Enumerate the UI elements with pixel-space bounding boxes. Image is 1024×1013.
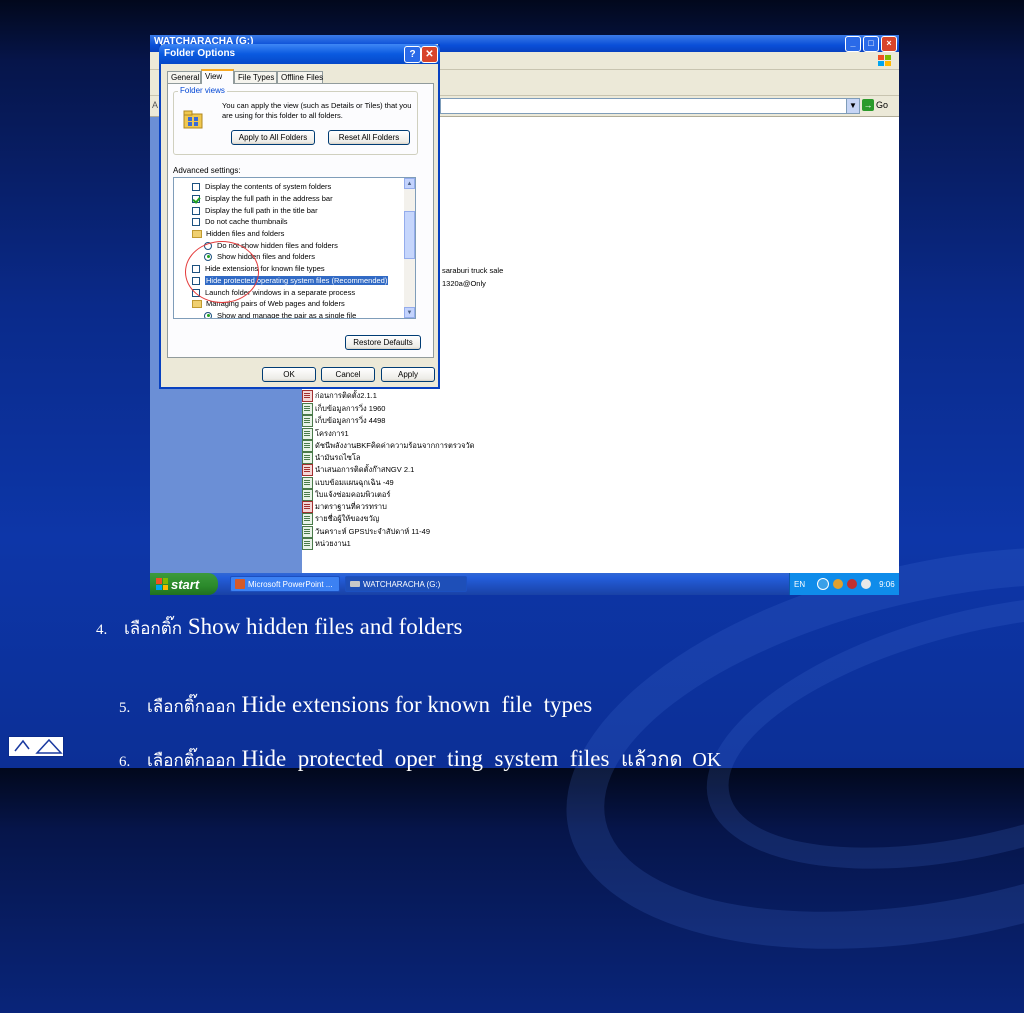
list-item[interactable]: แบบข้อมแผนฉุกเฉิน -49 [302,477,394,489]
windows-logo-icon [878,55,891,66]
powerpoint-icon [235,579,245,589]
vertical-scrollbar[interactable]: ▲ ▼ [404,178,415,318]
folder-icon [192,299,202,308]
file-icon [302,452,313,464]
file-icon [302,501,313,513]
step-5: 5. เลือกติ๊กออก Hide extensions for known… [119,692,593,717]
tab-file-types[interactable]: File Types [234,71,277,83]
system-tray: EN 9:06 [789,573,899,595]
apply-to-all-folders-button[interactable]: Apply to All Folders [231,130,315,145]
go-label: Go [876,100,889,110]
list-item[interactable]: ดัชนีพลังงานBKFคิดค่าความร้อนจากการตรวจว… [302,440,475,452]
folder-options-dialog: Folder Options ? ✕ General View File Typ… [159,44,440,389]
annotation-circle [185,241,259,303]
folder-views-icon [183,110,203,129]
tab-general[interactable]: General [167,71,201,83]
list-item[interactable]: นำมันรถไซโล [302,452,360,464]
radio-button[interactable] [204,311,212,318]
list-item[interactable]: นำเสนอการติดตั้งก๊าสNGV 2.1 [302,464,414,476]
address-dropdown-button[interactable]: ▼ [846,98,860,114]
file-icon [302,477,313,489]
file-icon [302,403,313,415]
setting-full-path-address-bar[interactable]: Display the full path in the address bar [192,193,333,204]
setting-full-path-title-bar[interactable]: Display the full path in the title bar [192,205,318,216]
file-icon [302,513,313,525]
list-item[interactable]: เก็บข้อมูลการวิ่ง 4498 [302,415,385,427]
clock: 9:06 [879,579,895,589]
list-item[interactable]: วันคราะห์ GPSประจำสัปดาห์ 11-49 [302,526,430,538]
maximize-button[interactable]: □ [863,36,879,52]
folder-views-description: You can apply the view (such as Details … [222,101,412,120]
taskbar: start Microsoft PowerPoint ... WATCHARAC… [150,573,899,595]
file-icon [302,428,313,440]
scroll-up-button[interactable]: ▲ [404,178,415,189]
tab-view[interactable]: View [201,69,234,84]
file-icon [302,415,313,427]
folder-icon [192,229,202,238]
list-item[interactable]: ก่อนการติดตั้ง2.1.1 [302,390,377,402]
setting-display-system-folders[interactable]: Display the contents of system folders [192,181,331,192]
list-item[interactable]: 1320a@Only [442,279,486,291]
antivirus-icon[interactable] [847,579,858,589]
checkbox[interactable] [192,182,200,191]
language-indicator[interactable]: EN [794,580,805,589]
ok-button[interactable]: OK [262,367,316,382]
address-input[interactable] [440,98,848,114]
file-icon [302,464,313,476]
file-icon [302,538,313,550]
apply-button[interactable]: Apply [381,367,435,382]
step-4: 4. เลือกติ๊ก Show hidden files and folder… [96,614,463,639]
taskbar-item-label: WATCHARACHA (G:) [363,579,441,589]
list-item[interactable]: รายชื่อผู้ให้ของขวัญ [302,513,379,525]
step-6: 6. เลือกติ๊กออก Hide protected oper ting … [119,746,722,771]
list-item[interactable]: saraburi truck sale [442,266,503,278]
windows-flag-icon [156,578,168,590]
go-arrow-icon: → [862,99,874,111]
volume-icon[interactable] [833,579,844,589]
taskbar-item-label: Microsoft PowerPoint ... [248,579,333,589]
start-label: start [171,576,200,592]
restore-defaults-button[interactable]: Restore Defaults [345,335,421,350]
list-item[interactable]: ใบแจ้งซ่อมคอมพิวเตอร์ [302,489,390,501]
setting-group-hidden-files: Hidden files and folders [192,228,284,239]
advanced-settings-label: Advanced settings: [173,166,241,175]
dialog-title: Folder Options [164,48,236,59]
list-item[interactable]: มาตราฐานที่ควรทราบ [302,501,387,513]
reset-all-folders-button[interactable]: Reset All Folders [328,130,410,145]
checkbox[interactable] [192,206,200,215]
help-button[interactable]: ? [404,46,421,63]
taskbar-item-powerpoint[interactable]: Microsoft PowerPoint ... [230,576,340,592]
screenshot-area: WATCHARACHA (G:) _ □ × A ▼ → Go saraburi… [150,35,899,595]
file-icon [302,526,313,538]
setting-do-not-cache-thumbnails[interactable]: Do not cache thumbnails [192,216,288,227]
checkbox[interactable] [192,217,200,226]
window-controls: _ □ × [845,36,897,52]
folder-views-label: Folder views [178,86,227,95]
list-item[interactable]: เก็บข้อมูลการวิ่ง 1960 [302,403,385,415]
slide-nav-button[interactable] [8,736,64,757]
scroll-down-button[interactable]: ▼ [404,307,415,318]
setting-single-file[interactable]: Show and manage the pair as a single fil… [204,310,356,318]
network-icon[interactable] [817,578,830,590]
dialog-title-bar: Folder Options ? ✕ [159,44,440,64]
cancel-button[interactable]: Cancel [321,367,375,382]
list-item[interactable]: โครงการ1 [302,428,349,440]
address-label: A [152,100,159,110]
scroll-thumb[interactable] [404,211,415,259]
list-item[interactable]: หน่วยงาน1 [302,538,351,550]
close-button[interactable]: × [881,36,897,52]
taskbar-item-explorer[interactable]: WATCHARACHA (G:) [345,576,467,592]
file-icon [302,390,313,402]
file-icon [302,489,313,501]
dialog-close-button[interactable]: ✕ [421,46,438,63]
drive-icon [350,581,360,587]
tray-app-icon[interactable] [861,579,872,589]
file-icon [302,440,313,452]
tab-offline-files[interactable]: Offline Files [277,71,323,83]
slide-nav-icon [14,738,63,754]
start-button[interactable]: start [150,573,218,595]
checkbox[interactable] [192,194,200,203]
go-button[interactable]: → Go [862,99,888,111]
minimize-button[interactable]: _ [845,36,861,52]
